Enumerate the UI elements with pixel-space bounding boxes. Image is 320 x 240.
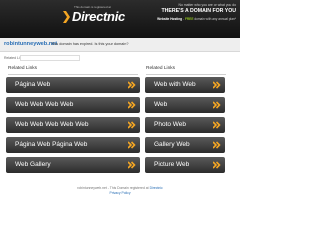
expired-message: This domain has expired. Is this your do…: [51, 42, 129, 46]
related-link-label: Picture Web: [154, 161, 190, 168]
double-chevron-right-icon: [128, 161, 136, 169]
domain-bar: robintunneyweb.net This domain has expir…: [0, 38, 240, 52]
double-chevron-right-icon: [213, 141, 221, 149]
related-link-label: Web: [154, 101, 168, 108]
right-column-title: Related Links: [146, 66, 226, 75]
footer-text: robintunneyweb.net - This Domain registe…: [77, 186, 149, 190]
double-chevron-right-icon: [213, 161, 221, 169]
footer: robintunneyweb.net - This Domain registe…: [0, 186, 240, 196]
related-link-label: Gallery Web: [154, 141, 190, 148]
domain-name[interactable]: robintunneyweb.net: [4, 41, 57, 47]
related-link-label: Página Web: [15, 81, 51, 88]
logo-mark-icon: [63, 11, 70, 23]
top-banner: This domain is registered at Directnic N…: [0, 0, 240, 38]
footer-registrar-link[interactable]: Directnic: [150, 186, 163, 190]
search-input[interactable]: [20, 55, 80, 61]
promo-host-rest: domain with any annual plan*: [194, 17, 236, 21]
related-link[interactable]: Web Web Web Web Web: [6, 117, 140, 133]
double-chevron-right-icon: [213, 101, 221, 109]
promo-host-label: Website Hosting: [157, 17, 183, 21]
related-link[interactable]: Web with Web: [145, 77, 225, 93]
related-link[interactable]: Photo Web: [145, 117, 225, 133]
search-row: Related Links: [0, 53, 240, 63]
double-chevron-right-icon: [213, 121, 221, 129]
promo-block[interactable]: No matter who you are or what you do THE…: [154, 3, 236, 21]
double-chevron-right-icon: [128, 141, 136, 149]
related-link-label: Web Gallery: [15, 161, 51, 168]
double-chevron-right-icon: [213, 81, 221, 89]
directnic-logo[interactable]: This domain is registered at Directnic: [62, 5, 154, 33]
related-link[interactable]: Web Web Web Web: [6, 97, 140, 113]
double-chevron-right-icon: [128, 121, 136, 129]
promo-line1: No matter who you are or what you do: [178, 3, 236, 7]
left-column-title: Related Links: [8, 66, 138, 75]
promo-line2: THERE'S A DOMAIN FOR YOU: [161, 8, 236, 14]
double-chevron-right-icon: [128, 81, 136, 89]
related-link[interactable]: Página Web Página Web: [6, 137, 140, 153]
related-link-label: Web Web Web Web Web: [15, 121, 89, 128]
logo-text: Directnic: [72, 9, 125, 24]
promo-host-free: FREE: [184, 17, 194, 21]
related-link[interactable]: Picture Web: [145, 157, 225, 173]
double-chevron-right-icon: [128, 101, 136, 109]
related-link-label: Photo Web: [154, 121, 187, 128]
related-link-label: Web with Web: [154, 81, 196, 88]
related-link-label: Web Web Web Web: [15, 101, 74, 108]
privacy-policy-link[interactable]: Privacy Policy: [109, 191, 130, 195]
related-link-label: Página Web Página Web: [15, 141, 88, 148]
related-link[interactable]: Página Web: [6, 77, 140, 93]
promo-hosting: Website Hosting - FREE domain with any a…: [157, 17, 236, 21]
footer-line2: Privacy Policy: [0, 191, 240, 196]
related-link[interactable]: Gallery Web: [145, 137, 225, 153]
related-link[interactable]: Web: [145, 97, 225, 113]
related-link[interactable]: Web Gallery: [6, 157, 140, 173]
